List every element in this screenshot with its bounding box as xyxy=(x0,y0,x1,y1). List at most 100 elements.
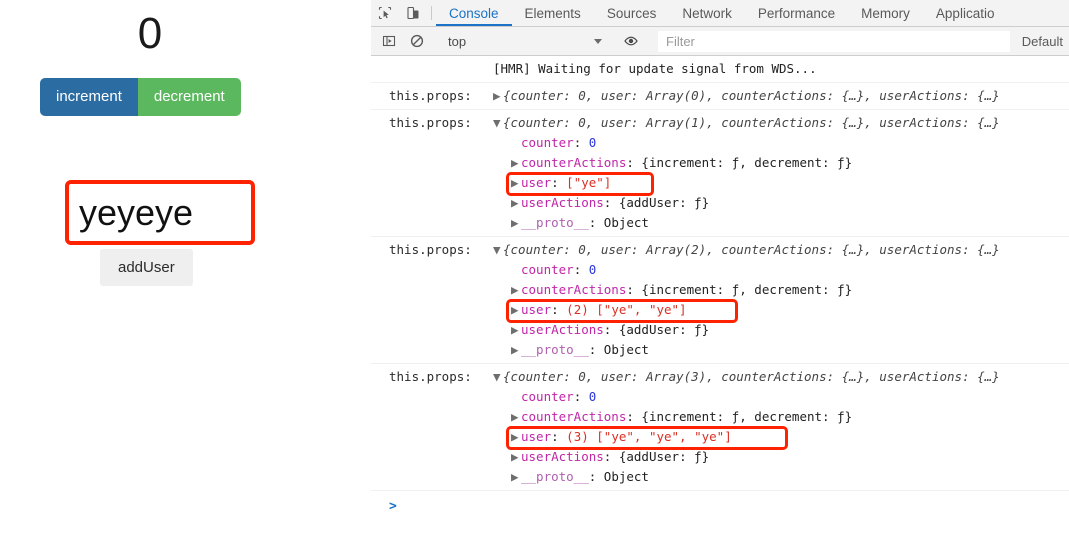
console-row-props-2[interactable]: this.props: ▼ {counter: 0, user: Array(2),… xyxy=(371,237,1069,364)
property-value: Object xyxy=(603,215,649,230)
console-message-list[interactable]: [HMR] Waiting for update signal from WDS… xyxy=(371,56,1069,547)
object-summary: {counter: 0, user: Array(1), counterActi… xyxy=(503,115,1000,130)
counter-button-group: increment decrement xyxy=(40,78,241,116)
object-property-row-user[interactable]: ▶ user: (2) ["ye", "ye"] xyxy=(371,300,1069,320)
execution-context-value: top xyxy=(448,33,467,49)
tab-console[interactable]: Console xyxy=(436,0,512,26)
object-property-row-user[interactable]: ▶ user: ["ye"] xyxy=(371,173,1069,193)
execution-context-select[interactable]: top xyxy=(440,31,608,52)
prompt-chevron-icon: > xyxy=(389,499,397,514)
live-expression-icon[interactable] xyxy=(617,34,645,48)
object-property-row[interactable]: ▶ counterActions: {increment: ƒ, decremen… xyxy=(371,407,1069,427)
app-preview-pane: 0 increment decrement addUser xyxy=(0,0,370,547)
tab-sources[interactable]: Sources xyxy=(594,0,670,26)
object-property-row[interactable]: ▶ userActions: {addUser: ƒ} xyxy=(371,193,1069,213)
object-property-row-proto[interactable]: ▶ __proto__: Object xyxy=(371,467,1069,487)
no-triangle xyxy=(511,387,521,407)
object-property-row[interactable]: ▶ userActions: {addUser: ƒ} xyxy=(371,320,1069,340)
disclosure-triangle-expanded-icon[interactable]: ▼ xyxy=(493,113,503,133)
no-triangle xyxy=(511,260,521,280)
property-key: counterActions xyxy=(521,409,627,424)
property-value: {increment: ƒ, decrement: ƒ} xyxy=(641,409,853,424)
increment-button[interactable]: increment xyxy=(40,78,138,116)
log-label: this.props: xyxy=(389,115,472,130)
object-property-row[interactable]: ▶ userActions: {addUser: ƒ} xyxy=(371,447,1069,467)
object-property-row-proto[interactable]: ▶ __proto__: Object xyxy=(371,213,1069,233)
property-value: (3) ["ye", "ye", "ye"] xyxy=(566,429,732,444)
property-value: {increment: ƒ, decrement: ƒ} xyxy=(641,155,853,170)
disclosure-triangle-collapsed-icon[interactable]: ▶ xyxy=(511,447,521,467)
object-property-row-proto[interactable]: ▶ __proto__: Object xyxy=(371,340,1069,360)
console-row-hmr[interactable]: [HMR] Waiting for update signal from WDS… xyxy=(371,56,1069,83)
console-filter-bar: top Default xyxy=(371,27,1069,56)
devtools-tabbar: Console Elements Sources Network Perform… xyxy=(371,0,1069,27)
property-key: userActions xyxy=(521,449,604,464)
property-key: counterActions xyxy=(521,155,627,170)
user-name-input[interactable] xyxy=(69,184,251,241)
console-input-prompt[interactable]: > xyxy=(371,491,1069,517)
property-value: Object xyxy=(603,342,649,357)
disclosure-triangle-collapsed-icon[interactable]: ▶ xyxy=(511,427,521,447)
disclosure-triangle-collapsed-icon[interactable]: ▶ xyxy=(511,173,521,193)
disclosure-triangle-collapsed-icon[interactable]: ▶ xyxy=(511,213,521,233)
console-row-props-3[interactable]: this.props: ▼ {counter: 0, user: Array(3),… xyxy=(371,364,1069,491)
disclosure-triangle-collapsed-icon[interactable]: ▶ xyxy=(511,407,521,427)
tab-memory[interactable]: Memory xyxy=(848,0,923,26)
disclosure-triangle-collapsed-icon[interactable]: ▶ xyxy=(511,320,521,340)
inspect-element-icon[interactable] xyxy=(371,0,399,26)
disclosure-triangle-collapsed-icon[interactable]: ▶ xyxy=(511,340,521,360)
property-value: {addUser: ƒ} xyxy=(618,449,710,464)
object-property-row: counter: 0 xyxy=(371,260,1069,280)
object-property-row: counter: 0 xyxy=(371,387,1069,407)
tab-application[interactable]: Applicatio xyxy=(923,0,1008,26)
property-key: userActions xyxy=(521,322,604,337)
device-toolbar-icon[interactable] xyxy=(399,0,427,26)
console-sidebar-icon[interactable] xyxy=(375,34,403,48)
disclosure-triangle-expanded-icon[interactable]: ▼ xyxy=(493,367,503,387)
disclosure-triangle-collapsed-icon[interactable]: ▶ xyxy=(511,280,521,300)
object-summary: {counter: 0, user: Array(2), counterActi… xyxy=(503,242,1000,257)
property-key: user xyxy=(521,175,552,190)
disclosure-triangle-collapsed-icon[interactable]: ▶ xyxy=(511,193,521,213)
property-key: __proto__ xyxy=(521,342,589,357)
property-key: __proto__ xyxy=(521,469,589,484)
log-label: this.props: xyxy=(389,369,472,384)
property-key: counter xyxy=(521,389,574,404)
clear-console-icon[interactable] xyxy=(403,34,431,48)
property-value: {increment: ƒ, decrement: ƒ} xyxy=(641,282,853,297)
disclosure-triangle-expanded-icon[interactable]: ▼ xyxy=(493,240,503,260)
devtools-pane: Console Elements Sources Network Perform… xyxy=(370,0,1069,547)
property-key: userActions xyxy=(521,195,604,210)
console-row-props-0[interactable]: this.props: ▶ {counter: 0, user: Array(0),… xyxy=(371,83,1069,110)
object-summary: {counter: 0, user: Array(3), counterActi… xyxy=(503,369,1000,384)
decrement-button[interactable]: decrement xyxy=(137,78,241,116)
property-value: (2) ["ye", "ye"] xyxy=(566,302,687,317)
disclosure-triangle-collapsed-icon[interactable]: ▶ xyxy=(511,300,521,320)
disclosure-triangle-collapsed-icon[interactable]: ▶ xyxy=(493,86,503,106)
property-value: {addUser: ƒ} xyxy=(618,195,710,210)
tab-network[interactable]: Network xyxy=(669,0,745,26)
property-value: 0 xyxy=(588,262,597,277)
object-property-row-user[interactable]: ▶ user: (3) ["ye", "ye", "ye"] xyxy=(371,427,1069,447)
log-level-select[interactable]: Default xyxy=(1014,34,1069,49)
object-property-row[interactable]: ▶ counterActions: {increment: ƒ, decremen… xyxy=(371,153,1069,173)
filter-input[interactable] xyxy=(658,30,1010,52)
property-value: 0 xyxy=(588,135,597,150)
disclosure-triangle-collapsed-icon[interactable]: ▶ xyxy=(511,153,521,173)
no-triangle xyxy=(511,133,521,153)
tab-elements[interactable]: Elements xyxy=(512,0,594,26)
property-key: counter xyxy=(521,262,574,277)
property-value: ["ye"] xyxy=(566,175,612,190)
property-value: Object xyxy=(603,469,649,484)
console-row-props-1[interactable]: this.props: ▼ {counter: 0, user: Array(1),… xyxy=(371,110,1069,237)
property-key: counterActions xyxy=(521,282,627,297)
disclosure-triangle-collapsed-icon[interactable]: ▶ xyxy=(511,467,521,487)
counter-value: 0 xyxy=(137,9,163,58)
chevron-down-icon xyxy=(594,38,602,44)
object-summary: {counter: 0, user: Array(0), counterActi… xyxy=(503,88,1000,103)
add-user-button[interactable]: addUser xyxy=(100,249,193,286)
object-property-row[interactable]: ▶ counterActions: {increment: ƒ, decremen… xyxy=(371,280,1069,300)
property-value: 0 xyxy=(588,389,597,404)
tab-performance[interactable]: Performance xyxy=(745,0,848,26)
object-property-row: counter: 0 xyxy=(371,133,1069,153)
